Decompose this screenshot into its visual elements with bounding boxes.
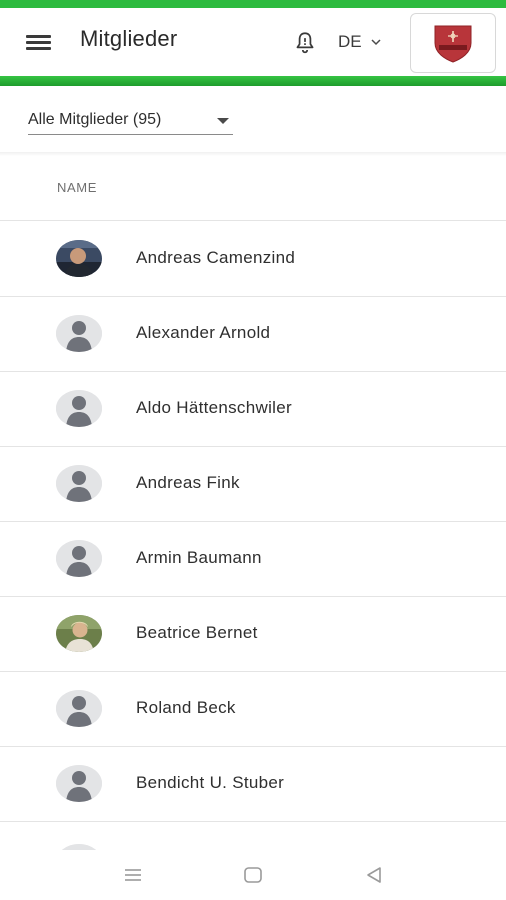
member-filter-label: Alle Mitglieder (95)	[28, 111, 162, 128]
club-logo-button[interactable]	[410, 13, 496, 73]
member-row[interactable]: Roland Beck	[0, 671, 506, 747]
member-row[interactable]: Alexander Arnold	[0, 296, 506, 372]
language-label: DE	[338, 32, 362, 51]
chevron-down-icon	[371, 39, 381, 46]
avatar-photo	[56, 615, 102, 652]
language-selector[interactable]: DE	[338, 32, 382, 52]
member-row[interactable]: Andreas Camenzind	[0, 221, 506, 297]
bell-icon[interactable]	[292, 30, 318, 56]
member-name: Bendicht U. Stuber	[136, 773, 285, 792]
column-header-name: NAME	[57, 180, 97, 195]
app-bar-accent-stripe	[0, 76, 506, 86]
avatar-placeholder	[56, 465, 102, 502]
avatar-placeholder	[56, 765, 102, 802]
page-title: Mitglieder	[80, 26, 178, 51]
member-row[interactable]: Aldo Hättenschwiler	[0, 371, 506, 447]
avatar-photo	[56, 240, 102, 277]
member-row[interactable]: Bendicht U. Stuber	[0, 746, 506, 822]
member-row[interactable]: Beatrice Bernet	[0, 596, 506, 672]
club-shield-logo	[434, 25, 472, 63]
avatar-placeholder	[56, 690, 102, 727]
home-icon[interactable]	[241, 864, 265, 886]
system-navigation-bar	[0, 850, 506, 900]
member-name: Aldo Hättenschwiler	[136, 398, 292, 417]
recents-icon[interactable]	[121, 864, 145, 886]
member-name: Beatrice Bernet	[136, 623, 258, 642]
member-name: Armin Baumann	[136, 548, 262, 567]
member-row[interactable]: Armin Baumann	[0, 521, 506, 597]
member-name: Andreas Fink	[136, 473, 240, 492]
avatar-placeholder	[56, 390, 102, 427]
member-filter-dropdown[interactable]: Alle Mitglieder (95)	[28, 108, 233, 135]
top-accent-bar	[0, 0, 506, 8]
member-row[interactable]: Andreas Fink	[0, 446, 506, 522]
member-name: Andreas Camenzind	[136, 248, 296, 267]
caret-down-icon	[217, 118, 229, 124]
avatar-placeholder	[56, 540, 102, 577]
member-name: Alexander Arnold	[136, 323, 271, 342]
member-name: Roland Beck	[136, 698, 236, 717]
avatar-placeholder	[56, 315, 102, 352]
back-icon[interactable]	[362, 864, 386, 886]
table-header: NAME	[0, 152, 506, 221]
hamburger-menu-icon[interactable]	[24, 30, 54, 54]
app-bar: Mitglieder DE	[0, 8, 506, 76]
